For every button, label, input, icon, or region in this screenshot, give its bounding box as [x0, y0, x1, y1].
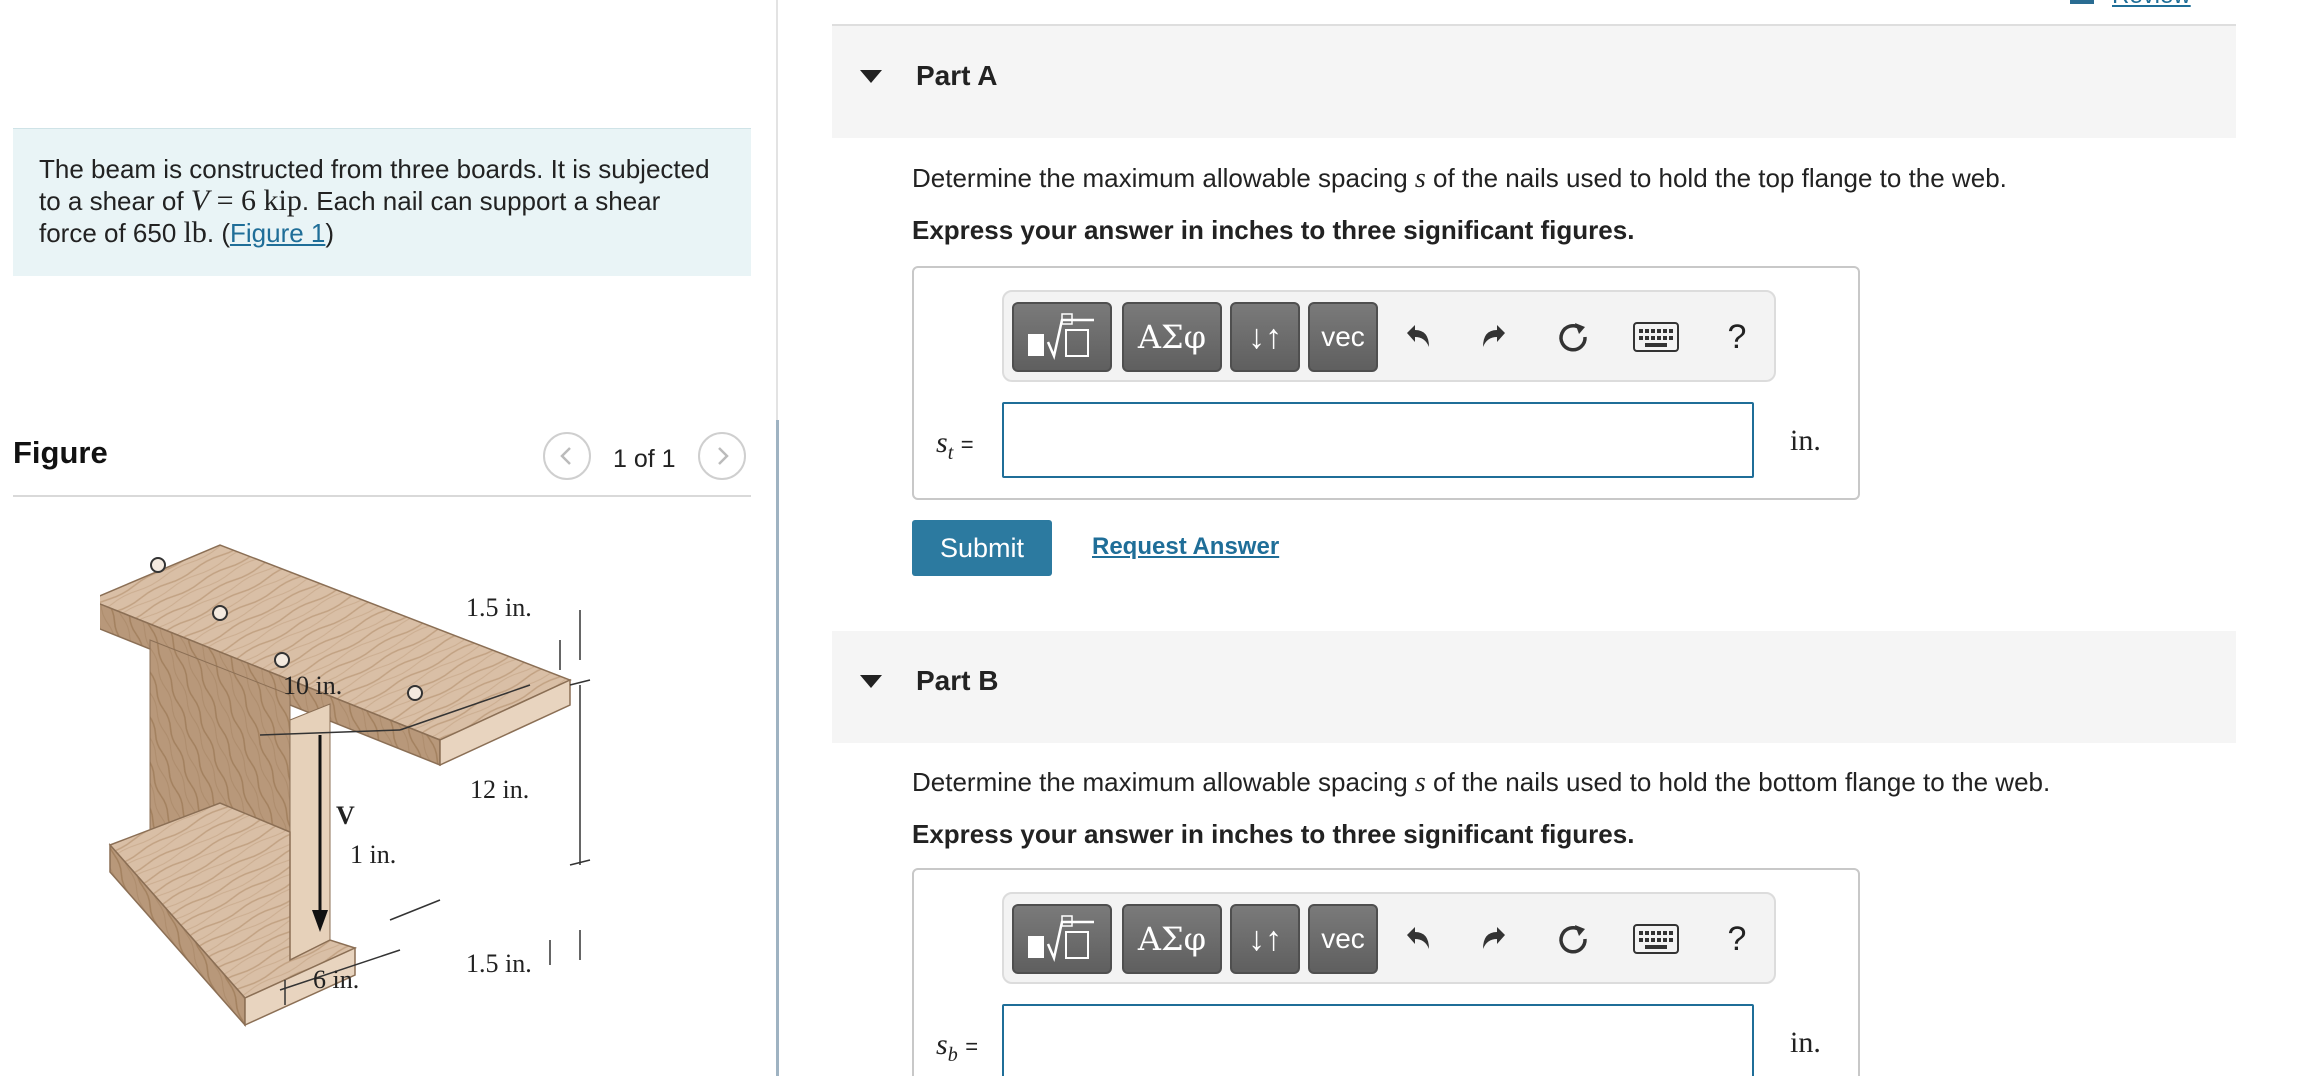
part-b-title: Part B	[916, 665, 999, 696]
web-side	[289, 703, 331, 961]
part-a-title: Part A	[916, 60, 998, 91]
keyboard-button[interactable]	[1624, 914, 1688, 964]
undo-icon	[1407, 325, 1429, 347]
arrows-button[interactable]: ↓↑	[1230, 302, 1300, 372]
undo-button[interactable]	[1392, 312, 1442, 362]
part-a-answer-box: ΑΣφ ↓↑ vec ? st = in.	[912, 266, 1860, 500]
collapse-caret-icon[interactable]	[860, 70, 882, 83]
greek-symbols-button[interactable]: ΑΣφ	[1122, 904, 1222, 974]
redo-icon	[1483, 927, 1505, 949]
undo-button[interactable]	[1392, 914, 1442, 964]
part-b-header[interactable]: Part B	[832, 631, 2236, 743]
next-figure-button[interactable]	[698, 432, 746, 480]
part-a-instruction: Express your answer in inches to three s…	[912, 215, 1635, 245]
figure-title: Figure	[13, 435, 108, 470]
figure-header: Figure 1 of 1	[13, 425, 751, 497]
unit-math: lb	[183, 216, 207, 249]
book-icon	[2070, 0, 2094, 4]
svg-text:10 in.: 10 in.	[283, 671, 342, 700]
beam-figure: 1.5 in. 10 in. 12 in. V 1 in. 1.5 in. 6 …	[100, 544, 591, 1027]
review-link[interactable]: Review	[2112, 0, 2191, 10]
svg-text:12 in.: 12 in.	[470, 775, 529, 804]
arrows-button[interactable]: ↓↑	[1230, 904, 1300, 974]
nail-4	[407, 685, 423, 701]
svg-text:1.5 in.: 1.5 in.	[466, 949, 532, 978]
part-a-header[interactable]: Part A	[832, 26, 2236, 138]
help-button[interactable]: ?	[1712, 312, 1762, 362]
unit-label: in.	[1790, 1026, 1821, 1059]
templates-icon	[1028, 915, 1094, 963]
keyboard-button[interactable]	[1624, 312, 1688, 362]
part-b-instruction: Express your answer in inches to three s…	[912, 819, 1635, 849]
redo-icon	[1483, 325, 1505, 347]
nail-3	[274, 652, 290, 668]
resize-handle[interactable]	[776, 420, 779, 1076]
answer-input-sb[interactable]	[1002, 1004, 1754, 1076]
collapse-caret-icon[interactable]	[860, 675, 882, 688]
keyboard-icon	[1633, 924, 1679, 954]
redo-button[interactable]	[1470, 914, 1520, 964]
keyboard-icon	[1633, 322, 1679, 352]
reset-icon	[1559, 323, 1587, 352]
undo-icon	[1407, 927, 1429, 949]
part-a-question: Determine the maximum allowable spacing …	[912, 163, 2007, 194]
figure-pager: 1 of 1	[613, 445, 676, 473]
variable-label-sb: sb =	[936, 1028, 979, 1066]
chevron-right-icon	[718, 447, 729, 465]
figure-link[interactable]: Figure 1	[230, 218, 325, 248]
svg-text:6 in.: 6 in.	[313, 965, 359, 994]
part-b-answer-box: ΑΣφ ↓↑ vec ? sb = in.	[912, 868, 1860, 1076]
previous-figure-button[interactable]	[543, 432, 591, 480]
shear-math: V = 6 kip	[190, 184, 302, 217]
reset-button[interactable]	[1548, 914, 1598, 964]
submit-button[interactable]: Submit	[912, 520, 1052, 576]
templates-button[interactable]	[1012, 302, 1112, 372]
unit-label: in.	[1790, 424, 1821, 457]
vector-button[interactable]: vec	[1308, 302, 1378, 372]
problem-statement: The beam is constructed from three board…	[13, 128, 751, 276]
svg-text:1 in.: 1 in.	[350, 840, 396, 869]
math-toolbar: ΑΣφ ↓↑ vec ?	[1002, 290, 1776, 382]
redo-button[interactable]	[1470, 312, 1520, 362]
part-b-question: Determine the maximum allowable spacing …	[912, 767, 2051, 798]
variable-label-st: st =	[936, 426, 974, 464]
nail-2	[212, 605, 228, 621]
reset-icon	[1559, 925, 1587, 954]
left-panel: The beam is constructed from three board…	[0, 0, 776, 1076]
templates-icon	[1028, 313, 1094, 361]
svg-text:1.5 in.: 1.5 in.	[466, 593, 532, 622]
reset-button[interactable]	[1548, 312, 1598, 362]
svg-text:V: V	[336, 801, 355, 830]
templates-button[interactable]	[1012, 904, 1112, 974]
nail-1	[150, 557, 166, 573]
vector-button[interactable]: vec	[1308, 904, 1378, 974]
math-toolbar: ΑΣφ ↓↑ vec ?	[1002, 892, 1776, 984]
request-answer-link[interactable]: Request Answer	[1092, 533, 1279, 561]
chevron-left-icon	[560, 447, 571, 465]
answer-input-st[interactable]	[1002, 402, 1754, 478]
greek-symbols-button[interactable]: ΑΣφ	[1122, 302, 1222, 372]
help-button[interactable]: ?	[1712, 914, 1762, 964]
